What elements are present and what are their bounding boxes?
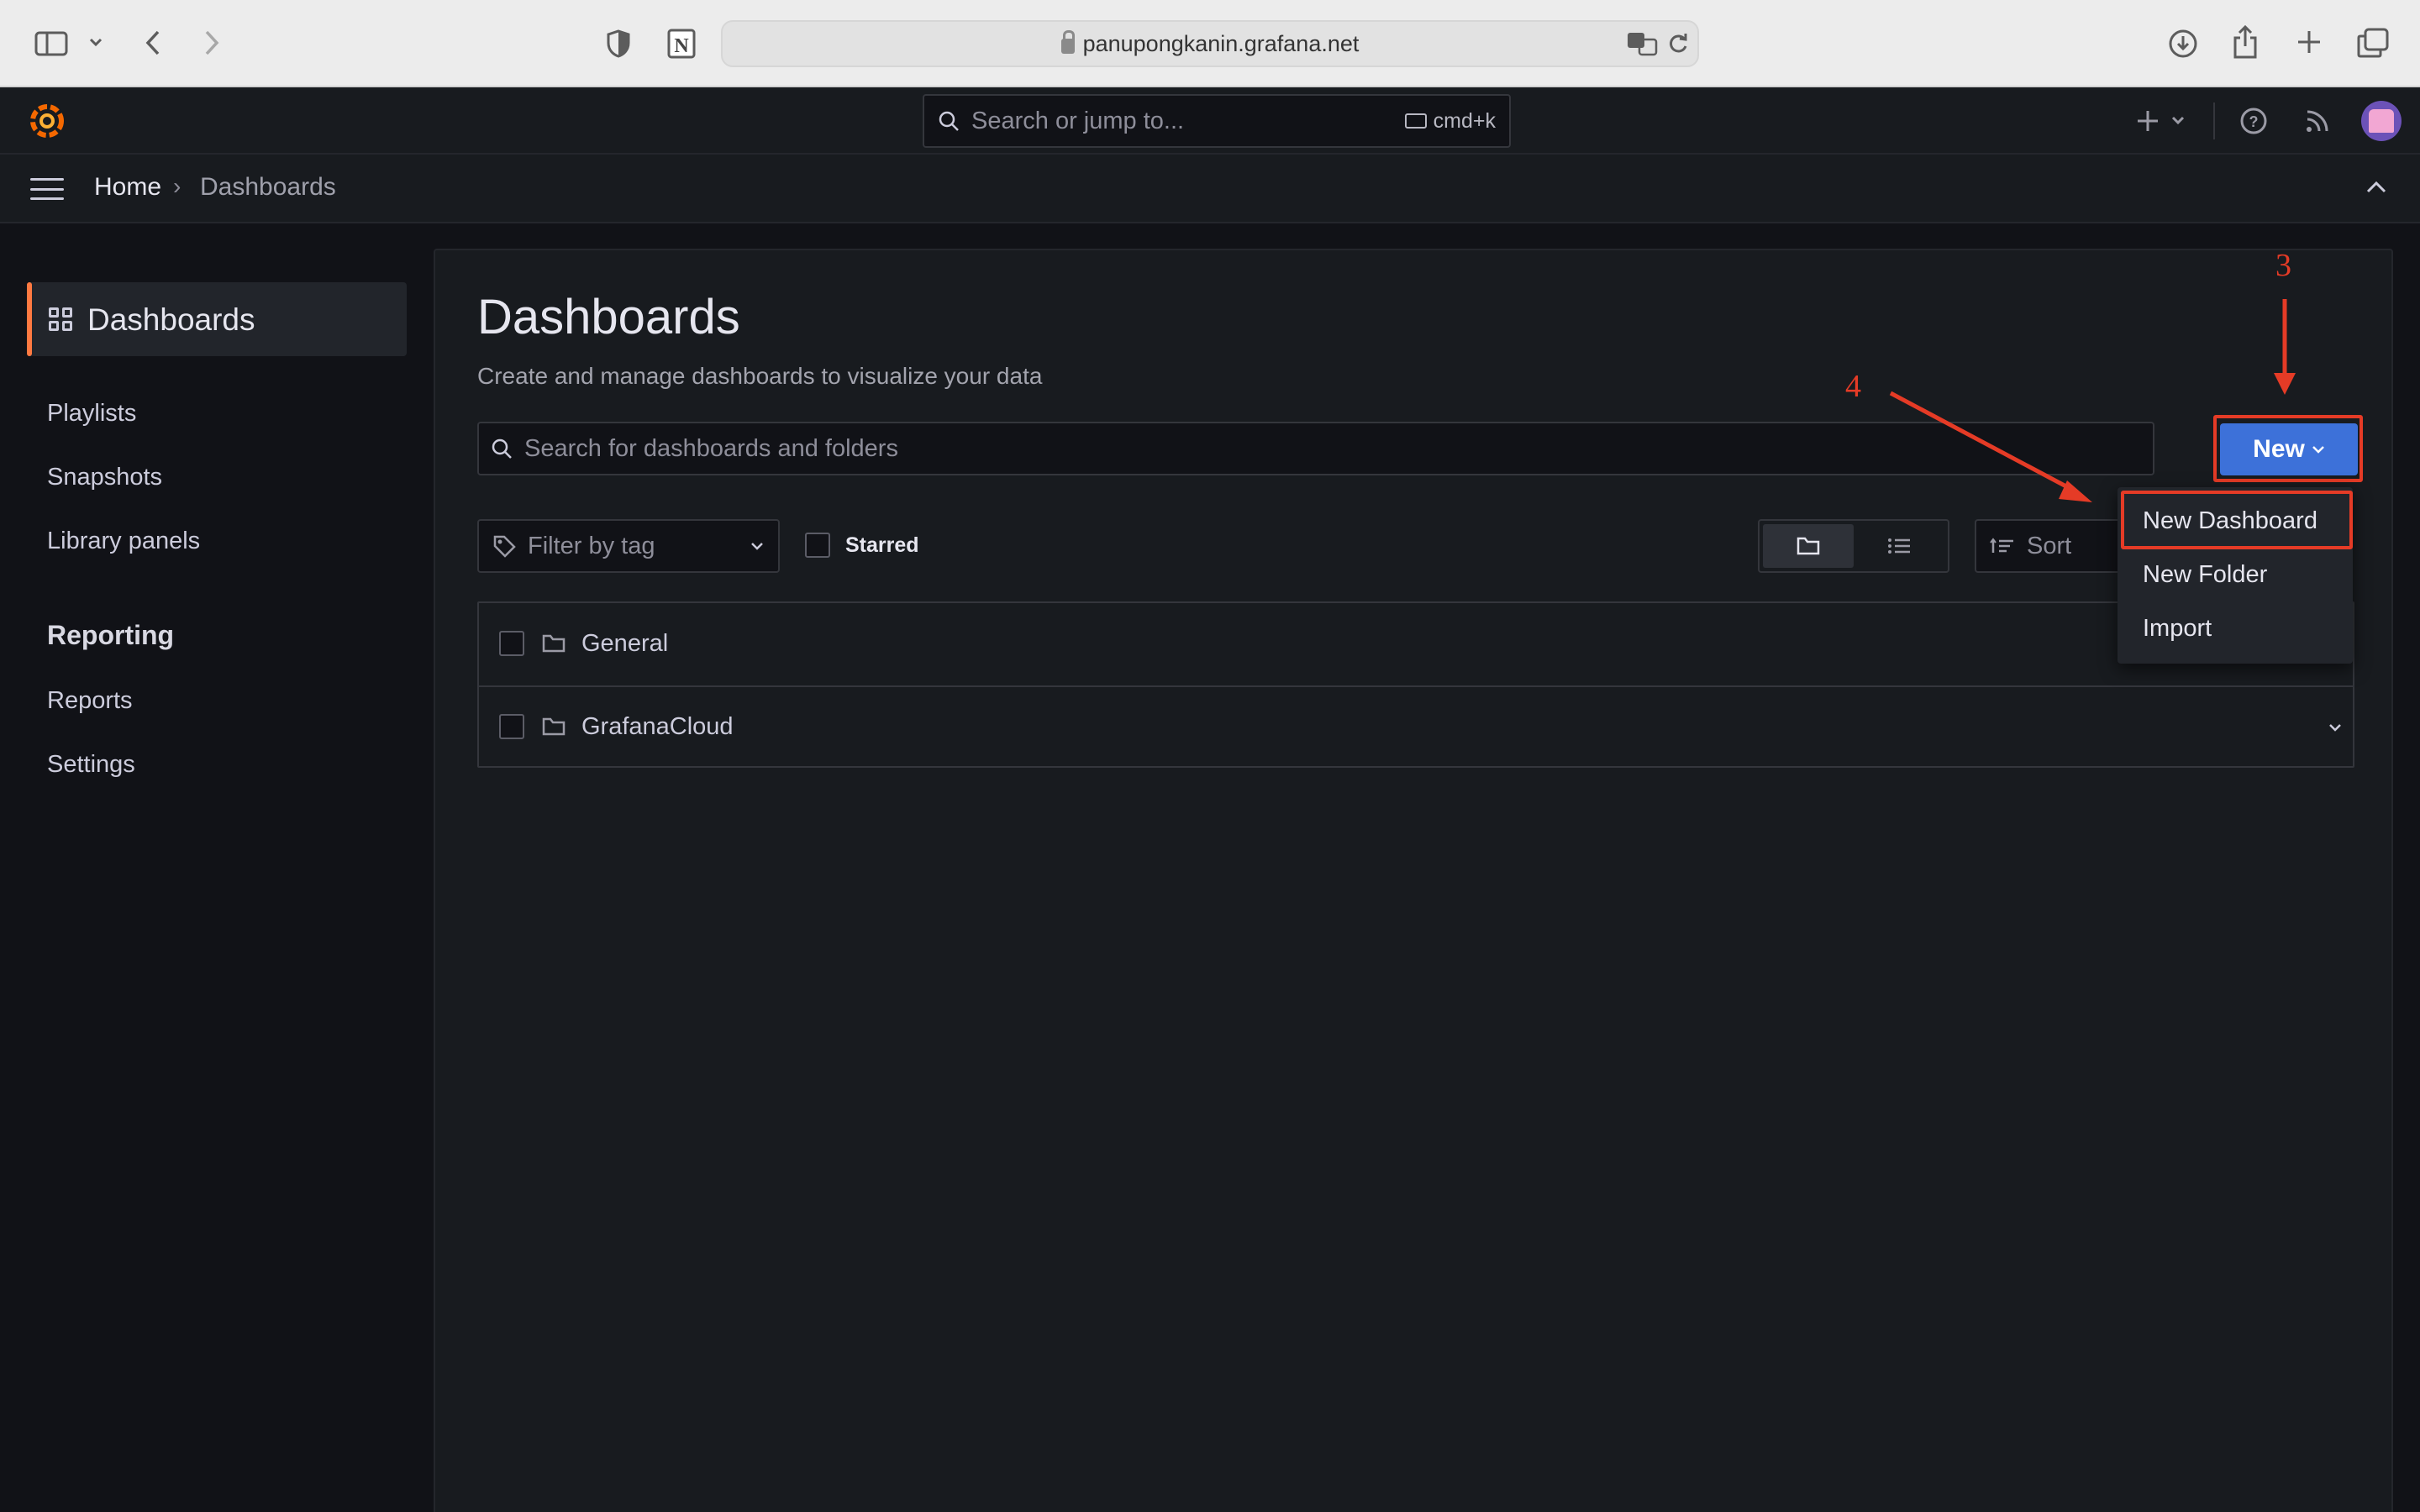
chevron-down-icon[interactable]	[2328, 722, 2343, 732]
page-subtitle: Create and manage dashboards to visualiz…	[477, 363, 1043, 389]
menu-item-import[interactable]: Import	[2143, 615, 2212, 643]
url-text: panupongkanin.grafana.net	[1082, 30, 1360, 56]
annotation-step-3: 3	[2275, 248, 2291, 283]
filter-placeholder: Filter by tag	[528, 532, 655, 559]
active-indicator	[27, 282, 32, 356]
annotation-highlight-new-dashboard	[2121, 491, 2353, 549]
sidebar-item-snapshots[interactable]: Snapshots	[47, 464, 162, 491]
filter-by-tag-select[interactable]: Filter by tag	[477, 519, 780, 573]
list-view-button[interactable]	[1854, 524, 1944, 568]
view-toggle	[1758, 519, 1949, 573]
shortcut-text: cmd+k	[1433, 108, 1496, 133]
grafana-topnav: Search or jump to... cmd+k ?	[0, 87, 2420, 155]
list-icon	[1888, 538, 1910, 554]
svg-text:N: N	[674, 35, 689, 57]
sort-icon	[1990, 538, 2013, 553]
keyboard-icon	[1404, 113, 1427, 129]
starred-label: Starred	[845, 533, 919, 557]
search-icon	[492, 438, 512, 459]
lock-icon	[1060, 30, 1075, 54]
list-item[interactable]: GrafanaCloud	[479, 685, 2353, 766]
main-panel: Dashboards Create and manage dashboards …	[434, 249, 2393, 1512]
back-arrow-icon[interactable]	[139, 29, 166, 57]
reload-icon[interactable]	[1665, 30, 1691, 57]
starred-filter[interactable]: Starred	[805, 533, 919, 558]
breadcrumb-separator-icon: ›	[173, 173, 182, 199]
sidebar-item-settings[interactable]: Settings	[47, 751, 135, 779]
annotation-highlight-new	[2213, 415, 2363, 482]
translate-icon[interactable]	[1625, 29, 1659, 59]
folder-list: General GrafanaCloud	[477, 601, 2354, 768]
tag-icon	[493, 535, 516, 558]
folder-icon	[542, 717, 566, 736]
svg-text:?: ?	[2249, 113, 2259, 130]
news-feed-icon[interactable]	[2302, 106, 2333, 136]
avatar-image	[2369, 109, 2394, 133]
dashboard-search-input[interactable]: Search for dashboards and folders	[477, 422, 2154, 475]
folder-name[interactable]: General	[581, 630, 668, 658]
sidebar-item-library-panels[interactable]: Library panels	[47, 528, 200, 555]
sidebar-active-label: Dashboards	[87, 302, 255, 337]
menu-item-new-folder[interactable]: New Folder	[2143, 561, 2267, 589]
apps-icon	[49, 307, 72, 331]
sidebar-section-reporting[interactable]: Reporting	[47, 620, 174, 651]
grafana-logo-icon[interactable]	[27, 101, 67, 141]
chevron-down-icon[interactable]	[86, 32, 106, 52]
search-icon	[939, 111, 959, 131]
share-icon[interactable]	[2230, 24, 2260, 60]
avatar[interactable]	[2361, 101, 2402, 141]
chevron-down-icon	[751, 543, 763, 550]
new-tab-icon[interactable]	[2294, 27, 2324, 57]
sidebar-item-reports[interactable]: Reports	[47, 687, 133, 715]
list-item[interactable]: General	[479, 603, 2353, 684]
menu-icon[interactable]	[30, 178, 64, 200]
add-icon[interactable]	[2134, 104, 2193, 138]
address-bar[interactable]: panupongkanin.grafana.net	[721, 20, 1699, 67]
row-checkbox[interactable]	[499, 631, 524, 656]
download-icon[interactable]	[2166, 27, 2200, 60]
page-title: Dashboards	[477, 290, 740, 344]
shortcut-hint: cmd+k	[1404, 108, 1496, 134]
sidebar-item-playlists[interactable]: Playlists	[47, 400, 136, 428]
shield-icon[interactable]	[605, 29, 632, 59]
forward-arrow-icon[interactable]	[198, 29, 225, 57]
sidebar-toggle-icon[interactable]	[34, 30, 69, 57]
help-icon[interactable]: ?	[2238, 106, 2269, 136]
sidebar-item-dashboards[interactable]: Dashboards	[27, 282, 407, 356]
sort-label: Sort	[2027, 532, 2072, 559]
row-checkbox[interactable]	[499, 714, 524, 739]
nav-divider	[2213, 102, 2215, 139]
dashboard-search-placeholder: Search for dashboards and folders	[524, 434, 898, 462]
search-placeholder: Search or jump to...	[971, 107, 1185, 134]
folder-icon	[542, 634, 566, 653]
tab-overview-icon[interactable]	[2356, 27, 2390, 59]
folder-view-button[interactable]	[1763, 524, 1854, 568]
starred-checkbox[interactable]	[805, 533, 830, 558]
chevron-up-icon[interactable]	[2365, 173, 2388, 202]
annotation-step-4: 4	[1845, 369, 1861, 404]
breadcrumb: Home › Dashboards	[0, 155, 2420, 223]
folder-icon	[1797, 537, 1820, 555]
folder-name[interactable]: GrafanaCloud	[581, 713, 734, 741]
sidebar: Dashboards Playlists Snapshots Library p…	[0, 223, 434, 1512]
browser-toolbar: N panupongkanin.grafana.net	[0, 0, 2420, 87]
global-search-input[interactable]: Search or jump to... cmd+k	[923, 94, 1511, 148]
breadcrumb-current: Dashboards	[200, 173, 336, 201]
notion-icon[interactable]: N	[666, 27, 697, 60]
breadcrumb-home[interactable]: Home	[94, 173, 161, 202]
